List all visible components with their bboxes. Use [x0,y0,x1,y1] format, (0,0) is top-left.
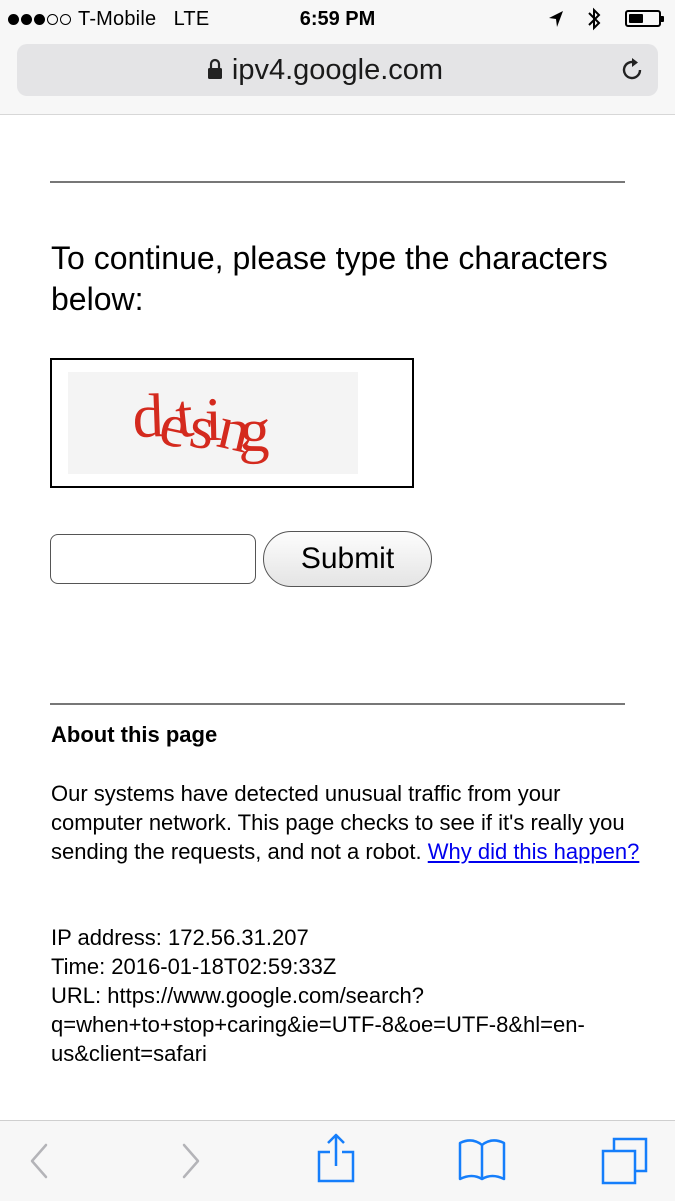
submit-button[interactable]: Submit [263,531,432,587]
tabs-button[interactable] [586,1121,666,1201]
browser-chrome: T-Mobile LTE 6:59 PM ipv4.google.com [0,0,675,115]
request-details: IP address: 172.56.31.207 Time: 2016-01-… [51,923,641,1068]
captcha-image: detsing [50,358,414,488]
captcha-answer-input[interactable] [50,534,256,584]
bottom-divider [50,703,625,705]
ip-address: IP address: 172.56.31.207 [51,925,309,950]
request-url-line-3: us&client=safari [51,1041,207,1066]
url-text[interactable]: ipv4.google.com [17,44,658,96]
captcha-prompt: To continue, please type the characters … [51,240,608,317]
location-arrow-icon [549,11,563,27]
back-button[interactable] [0,1121,80,1201]
forward-icon [182,1143,200,1179]
browser-toolbar [0,1120,675,1201]
svg-text:detsing: detsing [126,378,274,469]
address-bar[interactable]: ipv4.google.com [17,44,658,96]
forward-button[interactable] [150,1121,230,1201]
battery-icon [625,10,664,27]
share-icon [317,1133,355,1183]
why-did-this-happen-link[interactable]: Why did this happen? [428,839,640,864]
request-url-line-1: URL: https://www.google.com/search? [51,983,424,1008]
bookmarks-icon [458,1139,506,1181]
back-icon [30,1143,48,1179]
timestamp: Time: 2016-01-18T02:59:33Z [51,954,337,979]
top-divider [50,181,625,183]
request-url-line-2: q=when+to+stop+caring&ie=UTF-8&oe=UTF-8&… [51,1012,585,1037]
about-text: Our systems have detected unusual traffi… [51,779,641,866]
status-bar: T-Mobile LTE 6:59 PM [0,0,675,38]
about-heading: About this page [51,722,218,747]
share-button[interactable] [296,1121,376,1201]
bookmarks-button[interactable] [442,1121,522,1201]
tabs-icon [601,1137,648,1185]
bluetooth-icon [588,7,601,31]
reload-icon[interactable] [618,56,646,84]
status-time: 6:59 PM [299,8,376,30]
